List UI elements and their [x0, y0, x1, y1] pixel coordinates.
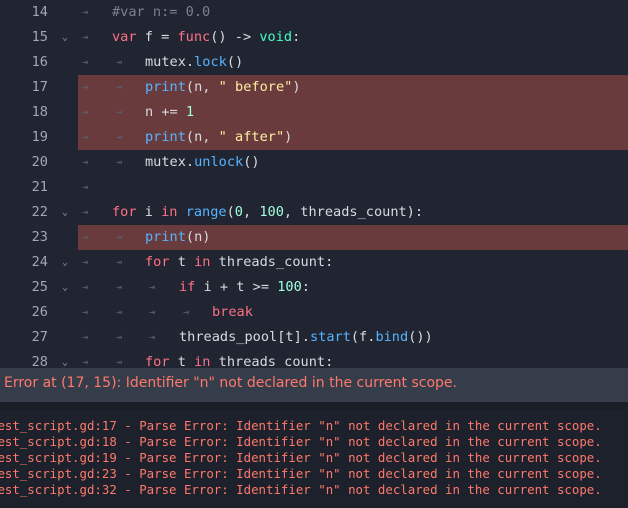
code-line[interactable]: 17 ⇥ ⇥ print(n, " before") — [0, 75, 628, 100]
tab-indent-icon: ⇥ — [115, 82, 123, 93]
output-panel: test_script.gd:17 - Parse Error: Identif… — [0, 410, 628, 508]
tab-indent-icon: ⇥ — [148, 307, 156, 318]
code-line[interactable]: 27 ⇥ ⇥ ⇥ threads_pool[t].start(f.bind()) — [0, 325, 628, 350]
tab-indent-icon: ⇥ — [115, 107, 123, 118]
chevron-down-icon[interactable]: ⌄ — [58, 250, 72, 275]
code-text: n += 1 — [145, 104, 195, 120]
code-editor[interactable]: 14 ⇥ #var n:= 0.0 15 ⌄ ⇥ var f = func() -> voi… — [0, 0, 628, 368]
code-line[interactable]: 16 ⇥ ⇥ mutex.lock() — [0, 50, 628, 75]
chevron-down-icon[interactable]: ⌄ — [58, 350, 72, 368]
output-error-line[interactable]: test_script.gd:19 - Parse Error: Identif… — [0, 450, 602, 466]
code-text: for i in range(0, 100, threads_count): — [112, 204, 424, 220]
code-line[interactable]: 24 ⌄ ⇥ ⇥ for t in threads_count: — [0, 250, 628, 275]
code-text: break — [212, 304, 253, 320]
code-text: mutex.unlock() — [145, 154, 260, 170]
line-number: 22 — [31, 204, 48, 220]
tab-indent-icon: ⇥ — [81, 357, 89, 368]
code-text: print(n) — [145, 229, 211, 245]
code-line[interactable]: 23 ⇥ ⇥ print(n) — [0, 225, 628, 250]
tab-indent-icon: ⇥ — [115, 157, 123, 168]
tab-indent-icon: ⇥ — [81, 257, 89, 268]
code-line[interactable]: 15 ⌄ ⇥ var f = func() -> void: — [0, 25, 628, 50]
tab-indent-icon: ⇥ — [81, 332, 89, 343]
code-line[interactable]: 26 ⇥ ⇥ ⇥ ⇥ break — [0, 300, 628, 325]
line-number: 19 — [31, 129, 48, 145]
code-line[interactable]: 28 ⌄ ⇥ ⇥ for t in threads_count: — [0, 350, 628, 368]
tab-indent-icon: ⇥ — [115, 132, 123, 143]
tab-indent-icon: ⇥ — [81, 107, 89, 118]
tab-indent-icon: ⇥ — [81, 182, 89, 193]
tab-indent-icon: ⇥ — [81, 157, 89, 168]
line-number: 18 — [31, 104, 48, 120]
code-text: var f = func() -> void: — [112, 29, 301, 45]
output-error-line[interactable]: test_script.gd:23 - Parse Error: Identif… — [0, 466, 602, 482]
line-number: 21 — [31, 179, 48, 195]
tab-indent-icon: ⇥ — [115, 57, 123, 68]
tab-indent-icon: ⇥ — [115, 282, 123, 293]
tab-indent-icon: ⇥ — [81, 232, 89, 243]
line-number: 25 — [31, 279, 48, 295]
line-number: 16 — [31, 54, 48, 70]
line-number: 24 — [31, 254, 48, 270]
code-line[interactable]: 25 ⌄ ⇥ ⇥ ⇥ if i + t >= 100: — [0, 275, 628, 300]
code-line[interactable]: 21 ⇥ — [0, 175, 628, 200]
code-text: for t in threads_count: — [145, 354, 334, 368]
tab-indent-icon: ⇥ — [115, 232, 123, 243]
code-text: if i + t >= 100: — [179, 279, 310, 295]
panel-divider[interactable] — [0, 402, 628, 410]
code-line[interactable]: 19 ⇥ ⇥ print(n, " after") — [0, 125, 628, 150]
code-text: threads_pool[t].start(f.bind()) — [179, 329, 433, 345]
tab-indent-icon: ⇥ — [81, 82, 89, 93]
error-status-bar: Error at (17, 15): Identifier "n" not de… — [0, 368, 628, 402]
code-line[interactable]: 20 ⇥ ⇥ mutex.unlock() — [0, 150, 628, 175]
tab-indent-icon: ⇥ — [115, 357, 123, 368]
tab-indent-icon: ⇥ — [115, 332, 123, 343]
tab-indent-icon: ⇥ — [81, 132, 89, 143]
line-number: 20 — [31, 154, 48, 170]
line-number: 17 — [31, 79, 48, 95]
tab-indent-icon: ⇥ — [81, 207, 89, 218]
chevron-down-icon[interactable]: ⌄ — [58, 200, 72, 225]
line-number: 15 — [31, 29, 48, 45]
line-number: 28 — [31, 354, 48, 368]
output-error-line[interactable]: test_script.gd:18 - Parse Error: Identif… — [0, 434, 602, 450]
chevron-down-icon[interactable]: ⌄ — [58, 275, 72, 300]
output-error-line[interactable]: test_script.gd:32 - Parse Error: Identif… — [0, 482, 602, 498]
tab-indent-icon: ⇥ — [81, 282, 89, 293]
code-text: for t in threads_count: — [145, 254, 334, 270]
tab-indent-icon: ⇥ — [81, 307, 89, 318]
line-number: 27 — [31, 329, 48, 345]
line-number: 26 — [31, 304, 48, 320]
code-text: print(n, " before") — [145, 79, 301, 95]
tab-indent-icon: ⇥ — [81, 32, 89, 43]
tab-indent-icon: ⇥ — [81, 57, 89, 68]
tab-indent-icon: ⇥ — [148, 332, 156, 343]
tab-indent-icon: ⇥ — [148, 282, 156, 293]
tab-indent-icon: ⇥ — [81, 7, 89, 18]
code-text: print(n, " after") — [145, 129, 293, 145]
code-line[interactable]: 22 ⌄ ⇥ for i in range(0, 100, threads_count… — [0, 200, 628, 225]
line-number: 23 — [31, 229, 48, 245]
output-error-line[interactable]: test_script.gd:17 - Parse Error: Identif… — [0, 418, 602, 434]
code-line[interactable]: 18 ⇥ ⇥ n += 1 — [0, 100, 628, 125]
line-number: 14 — [31, 4, 48, 20]
tab-indent-icon: ⇥ — [115, 307, 123, 318]
code-text: mutex.lock() — [145, 54, 244, 70]
code-text: #var n:= 0.0 — [112, 4, 211, 20]
code-line[interactable]: 14 ⇥ #var n:= 0.0 — [0, 0, 628, 25]
error-message: Error at (17, 15): Identifier "n" not de… — [4, 375, 457, 391]
tab-indent-icon: ⇥ — [182, 307, 190, 318]
chevron-down-icon[interactable]: ⌄ — [58, 25, 72, 50]
tab-indent-icon: ⇥ — [115, 257, 123, 268]
